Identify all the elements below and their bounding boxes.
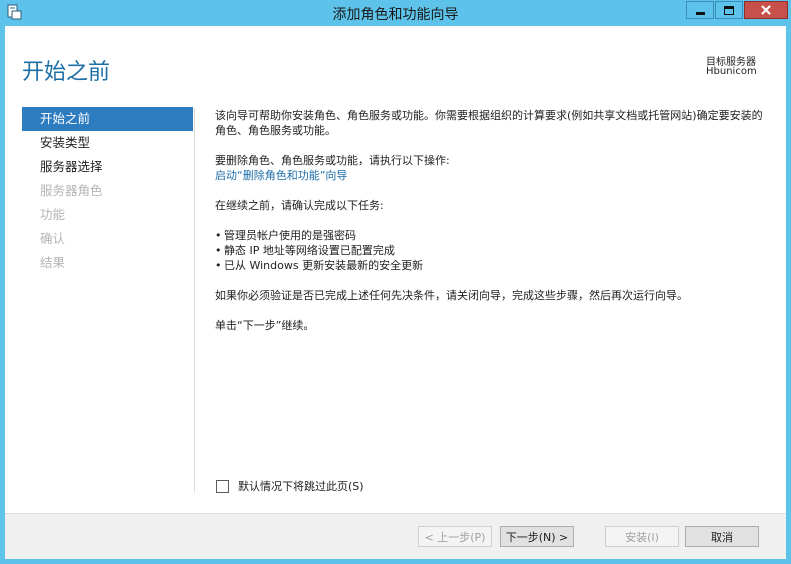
continue-text: 单击“下一步”继续。 xyxy=(215,319,315,332)
skip-page-checkbox[interactable] xyxy=(216,479,229,493)
nav-item-results: 结果 xyxy=(40,255,66,270)
nav-item-confirmation: 确认 xyxy=(40,231,66,246)
next-button[interactable]: 下一步(N) > xyxy=(500,526,574,547)
cancel-button[interactable]: 取消 xyxy=(685,526,759,547)
close-icon xyxy=(761,5,771,15)
remove-instructions: 要删除角色、角色服务或功能，请执行以下操作: xyxy=(215,154,450,167)
install-button[interactable]: 安装(I) xyxy=(605,526,679,547)
nav-divider xyxy=(194,108,195,493)
destination-server-value: Hbunicom xyxy=(706,66,757,77)
title-bar: 添加角色和功能向导 xyxy=(0,0,791,26)
before-continue-text: 在继续之前，请确认完成以下任务: xyxy=(215,199,384,212)
task-network-settings: 静态 IP 地址等网络设置已配置完成 xyxy=(215,243,771,258)
nav-item-installation-type[interactable]: 安装类型 xyxy=(22,131,193,155)
skip-page-option[interactable]: 默认情况下将跳过此页(S) xyxy=(216,478,364,494)
wizard-footer: < 上一步(P) 下一步(N) > 安装(I) 取消 xyxy=(5,513,786,559)
maximize-icon xyxy=(724,5,734,15)
wizard-client-area: 开始之前 目标服务器 Hbunicom 开始之前 安装类型 服务器选择 服务器角… xyxy=(5,26,786,559)
close-button[interactable] xyxy=(744,1,788,19)
task-strong-password: 管理员帐户使用的是强密码 xyxy=(215,228,771,243)
nav-item-features: 功能 xyxy=(40,207,66,222)
verify-text: 如果你必须验证是否已完成上述任何先决条件，请关闭向导，完成这些步骤，然后再次运行… xyxy=(215,289,688,302)
remove-section: 要删除角色、角色服务或功能，请执行以下操作: 启动“删除角色和功能”向导 xyxy=(215,153,771,183)
page-title: 开始之前 xyxy=(22,60,111,85)
window-title: 添加角色和功能向导 xyxy=(332,7,459,23)
minimize-icon xyxy=(695,12,705,15)
task-security-updates: 已从 Windows 更新安装最新的安全更新 xyxy=(215,258,771,273)
wizard-header: 开始之前 目标服务器 Hbunicom xyxy=(5,26,786,96)
skip-page-label: 默认情况下将跳过此页(S) xyxy=(238,480,364,493)
previous-button[interactable]: < 上一步(P) xyxy=(418,526,492,547)
remove-roles-link[interactable]: 启动“删除角色和功能”向导 xyxy=(215,168,771,183)
minimize-button[interactable] xyxy=(686,1,714,19)
task-list: 管理员帐户使用的是强密码 静态 IP 地址等网络设置已配置完成 已从 Windo… xyxy=(215,228,771,273)
nav-item-server-roles: 服务器角色 xyxy=(40,183,103,198)
nav-item-before-you-begin[interactable]: 开始之前 xyxy=(22,107,193,131)
wizard-content: 该向导可帮助你安装角色、角色服务或功能。你需要根据组织的计算要求(例如共享文档或… xyxy=(215,108,771,348)
maximize-button[interactable] xyxy=(715,1,743,19)
intro-text: 该向导可帮助你安装角色、角色服务或功能。你需要根据组织的计算要求(例如共享文档或… xyxy=(215,109,763,137)
nav-item-server-selection[interactable]: 服务器选择 xyxy=(22,155,193,179)
wizard-nav: 开始之前 安装类型 服务器选择 服务器角色 功能 确认 结果 xyxy=(22,107,193,275)
